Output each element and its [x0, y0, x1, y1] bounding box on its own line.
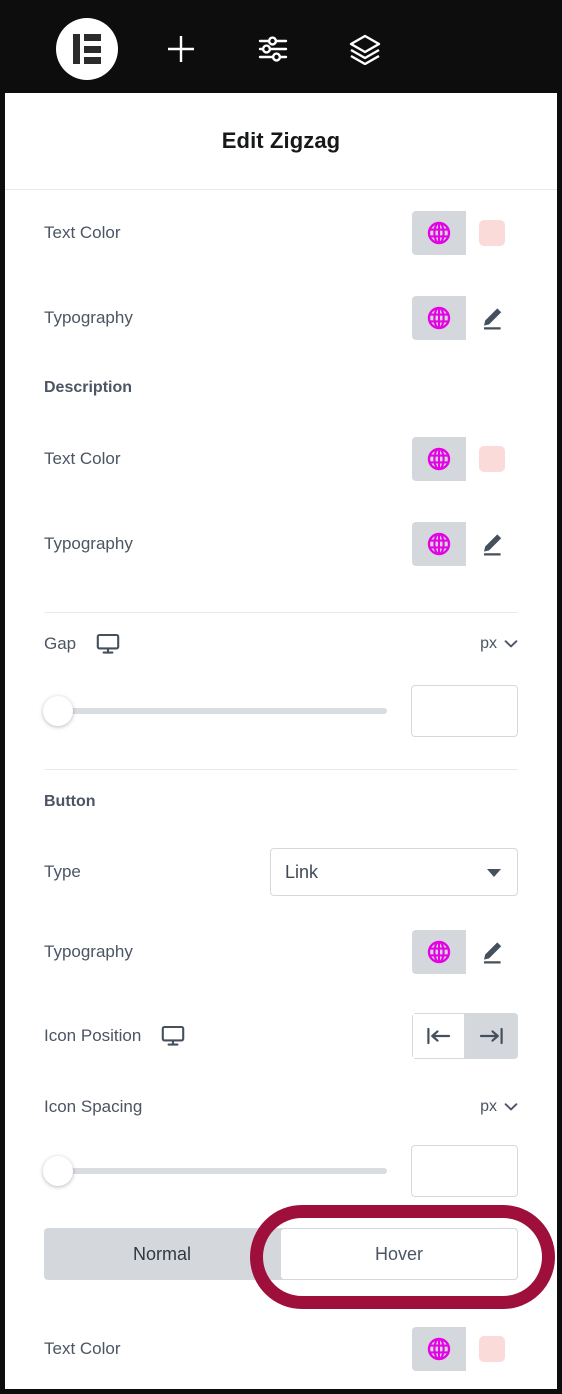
button-typography-label: Typography	[44, 942, 133, 961]
icon-spacing-unit-selector[interactable]: px	[480, 1098, 518, 1116]
color-swatch	[479, 446, 505, 472]
color-swatch	[479, 220, 505, 246]
layers-icon	[349, 34, 381, 65]
description-section-heading: Description	[44, 379, 133, 396]
description-typography-label: Typography	[44, 534, 133, 553]
color-swatch-button[interactable]	[466, 211, 518, 255]
chevron-down-icon	[504, 1103, 518, 1111]
globe-icon	[427, 306, 451, 330]
row-description-heading: Description	[5, 360, 557, 416]
color-swatch	[479, 1336, 505, 1362]
arrow-to-right-bar-icon	[479, 1027, 503, 1045]
desktop-monitor-icon	[96, 633, 120, 654]
row-button-heading: Button	[5, 770, 557, 834]
description-typography-control	[412, 522, 518, 566]
chevron-down-icon	[504, 640, 518, 648]
typography-edit-button[interactable]	[466, 930, 518, 974]
row-hover-text-color: Text Color	[5, 1316, 557, 1382]
globe-icon-button[interactable]	[412, 211, 466, 255]
row-title-typography: Typography	[5, 276, 557, 360]
elementor-editor-panel: Edit Zigzag Text Color Typography Descri…	[0, 0, 562, 1394]
hover-text-color-control	[412, 1327, 518, 1371]
panel-content-scroll[interactable]: Text Color Typography Description Text C…	[5, 190, 557, 1389]
icon-position-device-icon-button[interactable]	[161, 1025, 185, 1047]
row-button-type: Type Link	[5, 834, 557, 910]
gap-slider-thumb[interactable]	[43, 696, 73, 726]
tab-hover[interactable]: Hover	[280, 1228, 518, 1280]
hover-text-color-label: Text Color	[44, 1339, 121, 1358]
globe-icon	[427, 940, 451, 964]
row-description-text-color: Text Color	[5, 416, 557, 502]
globe-icon	[427, 221, 451, 245]
editor-toolbar	[5, 5, 557, 93]
icon-position-toggle-group	[412, 1013, 518, 1059]
typography-edit-button[interactable]	[466, 296, 518, 340]
add-element-button[interactable]	[154, 22, 208, 76]
row-title-text-color: Text Color	[5, 190, 557, 276]
row-icon-spacing-label: Icon Spacing px	[5, 1078, 557, 1136]
globe-icon	[427, 1337, 451, 1361]
icon-spacing-label: Icon Spacing	[44, 1097, 143, 1116]
arrow-to-left-bar-icon	[426, 1027, 450, 1045]
globe-icon-button[interactable]	[412, 930, 466, 974]
description-text-color-control	[412, 437, 518, 481]
title-typography-control	[412, 296, 518, 340]
row-gap-label: Gap px	[5, 613, 557, 675]
row-description-typography: Typography	[5, 502, 557, 586]
title-typography-label: Typography	[44, 308, 133, 327]
navigator-button[interactable]	[338, 22, 392, 76]
icon-position-start-button[interactable]	[412, 1013, 465, 1059]
plus-icon	[168, 36, 194, 62]
icon-spacing-slider-thumb[interactable]	[43, 1156, 73, 1186]
caret-down-icon	[487, 869, 501, 877]
row-icon-position: Icon Position	[5, 994, 557, 1078]
description-text-color-label: Text Color	[44, 449, 121, 468]
elementor-logo-icon	[73, 34, 101, 64]
color-swatch-button[interactable]	[466, 1327, 518, 1371]
globe-icon-button[interactable]	[412, 437, 466, 481]
gap-unit-label: px	[480, 635, 497, 652]
row-button-typography: Typography	[5, 910, 557, 994]
gap-value-input[interactable]	[411, 685, 518, 737]
elementor-logo-button[interactable]	[56, 18, 118, 80]
sliders-icon	[258, 36, 288, 62]
globe-icon	[427, 532, 451, 556]
row-icon-spacing-slider	[5, 1136, 557, 1206]
title-text-color-control	[412, 211, 518, 255]
button-section-heading: Button	[44, 793, 96, 810]
button-type-label: Type	[44, 862, 81, 881]
desktop-monitor-icon	[162, 1025, 185, 1046]
globe-icon	[427, 447, 451, 471]
icon-position-end-button[interactable]	[465, 1013, 518, 1059]
pencil-icon	[484, 942, 502, 964]
icon-spacing-value-input[interactable]	[411, 1145, 518, 1197]
settings-button[interactable]	[246, 22, 300, 76]
button-typography-control	[412, 930, 518, 974]
tab-normal[interactable]: Normal	[44, 1228, 280, 1280]
gap-slider[interactable]	[43, 696, 387, 726]
icon-spacing-slider[interactable]	[43, 1156, 387, 1186]
icon-spacing-unit-label: px	[480, 1098, 497, 1115]
color-swatch-button[interactable]	[466, 437, 518, 481]
button-type-value: Link	[285, 861, 319, 882]
page-title: Edit Zigzag	[221, 128, 341, 153]
typography-edit-button[interactable]	[466, 522, 518, 566]
title-text-color-label: Text Color	[44, 223, 121, 242]
pencil-icon	[484, 308, 502, 330]
globe-icon-button[interactable]	[412, 296, 466, 340]
icon-position-label: Icon Position	[44, 1026, 142, 1045]
row-gap-slider	[5, 675, 557, 747]
gap-device-icon-button[interactable]	[96, 633, 120, 655]
globe-icon-button[interactable]	[412, 522, 466, 566]
pencil-icon	[484, 534, 502, 556]
globe-icon-button[interactable]	[412, 1327, 466, 1371]
button-type-select[interactable]: Link	[270, 848, 518, 896]
panel-header: Edit Zigzag	[5, 93, 557, 190]
gap-label: Gap	[44, 634, 77, 653]
gap-unit-selector[interactable]: px	[480, 635, 518, 653]
button-state-tabs: Normal Hover	[44, 1228, 518, 1280]
